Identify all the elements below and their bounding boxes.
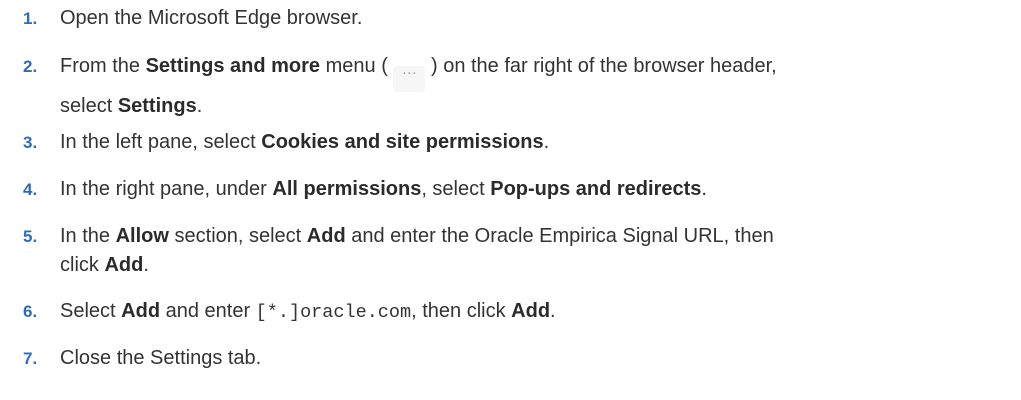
ui-term: Add: [306, 225, 346, 247]
step-number: 7.: [23, 349, 38, 368]
step-number: 3.: [23, 133, 38, 152]
ui-term: Add: [511, 300, 551, 322]
ui-term: Pop-ups and redirects: [490, 178, 702, 200]
instruction-steps: 1. Open the Microsoft Edge browser. 2. F…: [0, 0, 1021, 400]
step-number: 2.: [23, 57, 38, 76]
ui-term: All permissions: [272, 178, 422, 200]
step-text: Select Add and enter [*.]oracle.com, the…: [60, 300, 556, 323]
step-number: 5.: [23, 227, 38, 246]
code-literal: [*.]oracle.com: [255, 302, 412, 323]
ui-term: Cookies and site permissions: [261, 131, 544, 153]
ui-term: Settings: [117, 95, 197, 117]
step-text: Open the Microsoft Edge browser.: [60, 7, 363, 29]
step-text: In the left pane, select Cookies and sit…: [60, 131, 550, 153]
ui-term: Allow: [115, 225, 169, 247]
step-text: In the right pane, under All permissions…: [60, 178, 707, 200]
ui-term: Settings and more: [145, 55, 321, 77]
ui-term: Add: [121, 300, 161, 322]
step-text: From the Settings and more menu ( ··· ) …: [60, 55, 777, 117]
step-number: 1.: [23, 9, 38, 28]
more-horizontal-icon: ···: [393, 65, 426, 92]
step-number: 6.: [23, 302, 38, 321]
step-number: 4.: [23, 180, 38, 199]
step-text: In the Allow section, select Add and ent…: [60, 225, 774, 276]
ui-term: Add: [104, 254, 144, 276]
step-text: Close the Settings tab.: [60, 347, 262, 369]
